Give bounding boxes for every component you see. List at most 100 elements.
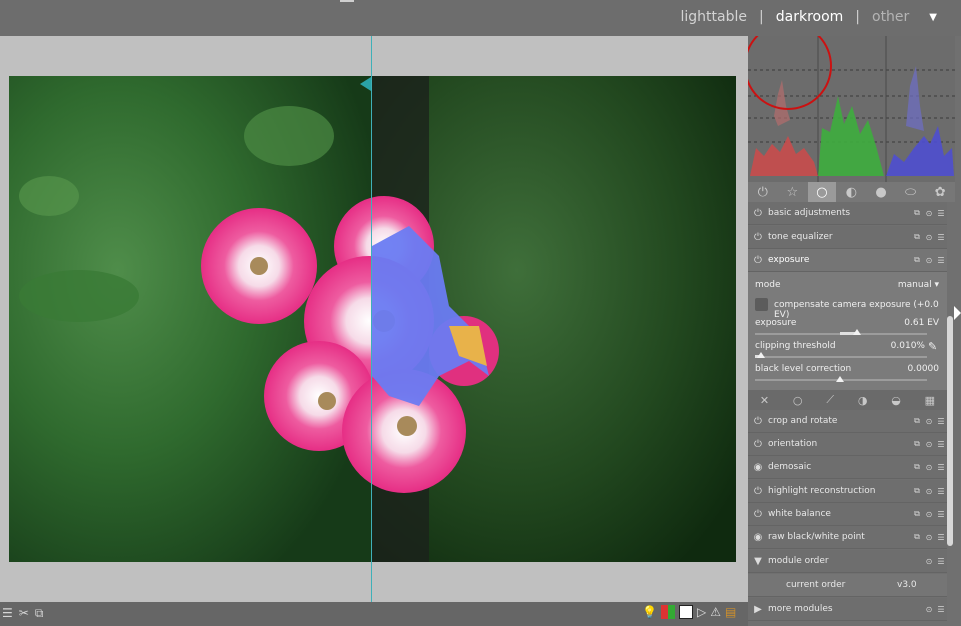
module-basic-adjustments[interactable]: ⏻ basic adjustments ⧉ ⊙ ☰ [748,202,947,225]
module-demosaic[interactable]: ◉ demosaic ⧉ ⊙ ☰ [748,456,947,479]
reset-icon[interactable]: ⊙ [923,440,935,449]
presets-icon[interactable]: ⧉ [911,462,923,472]
black-level-value[interactable]: 0.0000 [908,364,940,374]
reset-icon[interactable]: ⊙ [923,605,935,614]
compensate-checkbox[interactable] [755,298,768,311]
view-other[interactable]: other [872,9,909,25]
mask-raster-icon[interactable]: ▦ [925,394,935,407]
presets-icon[interactable]: ⧉ [911,486,923,496]
reset-icon[interactable]: ⊙ [923,463,935,472]
clipping-slider[interactable] [755,356,927,358]
bulb-icon[interactable]: 💡 [642,605,657,619]
menu-icon[interactable]: ☰ [935,510,947,519]
mask-uniform-icon[interactable]: ○ [793,394,803,407]
menu-icon[interactable]: ☰ [935,233,947,242]
quick-access-icon[interactable]: ☰ [2,606,13,621]
module-module-order[interactable]: ▼ module order ⊙ ☰ [748,550,947,573]
module-highlight-reconstruction[interactable]: ⏻ highlight reconstruction ⧉ ⊙ ☰ [748,480,947,503]
styles-icon[interactable]: ✂ [19,606,29,621]
reset-icon[interactable]: ⊙ [923,417,935,426]
exposure-slider-handle[interactable] [853,329,861,335]
presets-icon[interactable]: ⧉ [911,232,923,242]
image-canvas[interactable] [0,36,748,602]
gamut-warning-icon[interactable]: ⚠ [710,605,721,619]
menu-icon[interactable]: ☰ [935,209,947,218]
circle-icon[interactable]: ○ [807,182,836,202]
menu-icon[interactable]: ☰ [935,417,947,426]
panel-scrollbar[interactable] [947,316,953,546]
focus-peaking-icon[interactable]: ▤ [725,605,736,619]
reset-icon[interactable]: ⊙ [923,256,935,265]
reset-icon[interactable]: ⊙ [923,209,935,218]
mask-combined-icon[interactable]: ◒ [891,394,901,407]
power-icon[interactable]: ⏻ [748,486,768,497]
exposure-row[interactable]: exposure 0.61 EV [755,318,939,328]
exposure-value[interactable]: 0.61 EV [904,318,939,328]
menu-icon[interactable]: ☰ [935,256,947,265]
view-darkroom[interactable]: darkroom [776,9,844,25]
menu-icon[interactable]: ☰ [935,440,947,449]
reset-icon[interactable]: ⊙ [923,510,935,519]
collapse-right-panel-icon[interactable] [954,306,961,320]
menu-icon[interactable]: ☰ [935,487,947,496]
mask-drawn-icon[interactable]: ⟋ [826,393,834,407]
menu-icon[interactable]: ☰ [935,605,947,614]
second-window-icon[interactable]: ⧉ [35,606,44,621]
triangle-down-icon[interactable]: ▼ [748,556,768,567]
module-orientation[interactable]: ⏻ orientation ⧉ ⊙ ☰ [748,433,947,456]
black-level-row[interactable]: black level correction 0.0000 [755,364,939,374]
presets-icon[interactable]: ⧉ [911,509,923,519]
top-panel-grip[interactable] [340,0,354,2]
mask-parametric-icon[interactable]: ◑ [858,394,868,407]
color-picker-icon[interactable]: ✎ [928,340,937,353]
reset-icon[interactable]: ⊙ [923,533,935,542]
star-icon[interactable]: ☆ [778,182,806,202]
triangle-right-icon[interactable]: ▶ [748,604,768,615]
menu-icon[interactable]: ☰ [935,533,947,542]
clipping-value[interactable]: 0.010% [891,341,925,351]
compensate-row[interactable]: compensate camera exposure (+0.0 EV) [774,300,939,320]
menu-icon[interactable]: ☰ [935,557,947,566]
effect-icon[interactable]: ✿ [926,182,954,202]
clipping-slider-handle[interactable] [757,352,765,358]
mask-off-icon[interactable]: ✕ [760,394,769,407]
presets-icon[interactable]: ⧉ [911,255,923,265]
more-modules[interactable]: ▶ more modules ⊙ ☰ [748,598,947,621]
power-icon[interactable]: ⏻ [748,509,768,520]
reset-icon[interactable]: ⊙ [923,233,935,242]
softproof-icon[interactable]: ▷ [697,605,706,619]
reset-icon[interactable]: ⊙ [923,557,935,566]
color-icon[interactable]: ● [867,182,895,202]
module-crop-and-rotate[interactable]: ⏻ crop and rotate ⧉ ⊙ ☰ [748,410,947,433]
black-level-slider-handle[interactable] [836,376,844,382]
histogram[interactable] [748,36,955,182]
mode-row[interactable]: mode manual ▾ [755,280,939,290]
power-icon[interactable]: ⏻ [749,182,777,202]
reset-icon[interactable]: ⊙ [923,487,935,496]
module-exposure[interactable]: ⏻ exposure ⧉ ⊙ ☰ [748,249,947,272]
presets-icon[interactable]: ⧉ [911,532,923,542]
power-icon[interactable]: ⏻ [748,255,768,266]
presets-icon[interactable]: ⧉ [911,416,923,426]
clipping-indicator-icon[interactable] [678,605,693,619]
presets-icon[interactable]: ⧉ [911,208,923,218]
mode-select[interactable]: manual ▾ [898,280,939,290]
power-icon[interactable]: ⏻ [748,439,768,450]
module-label: highlight reconstruction [768,486,876,496]
module-group-tabs: ⏻ ☆ ○ ◐ ● ⬭ ✿ [748,182,955,202]
presets-icon[interactable]: ⧉ [911,439,923,449]
menu-icon[interactable]: ☰ [935,463,947,472]
module-white-balance[interactable]: ⏻ white balance ⧉ ⊙ ☰ [748,503,947,526]
correct-icon[interactable]: ⬭ [897,182,925,202]
power-icon[interactable]: ⏻ [748,208,768,219]
power-icon[interactable]: ⏻ [748,416,768,427]
clipping-row[interactable]: clipping threshold 0.010% [755,341,925,351]
view-lighttable[interactable]: lighttable [681,9,748,25]
module-raw-black-white-point[interactable]: ◉ raw black/white point ⧉ ⊙ ☰ [748,526,947,549]
color-assessment-icon[interactable] [660,605,675,619]
split-divider[interactable] [371,36,372,602]
power-icon[interactable]: ⏻ [748,232,768,243]
module-tone-equalizer[interactable]: ⏻ tone equalizer ⧉ ⊙ ☰ [748,226,947,249]
tone-icon[interactable]: ◐ [837,182,865,202]
chevron-down-icon[interactable]: ▼ [929,12,937,23]
